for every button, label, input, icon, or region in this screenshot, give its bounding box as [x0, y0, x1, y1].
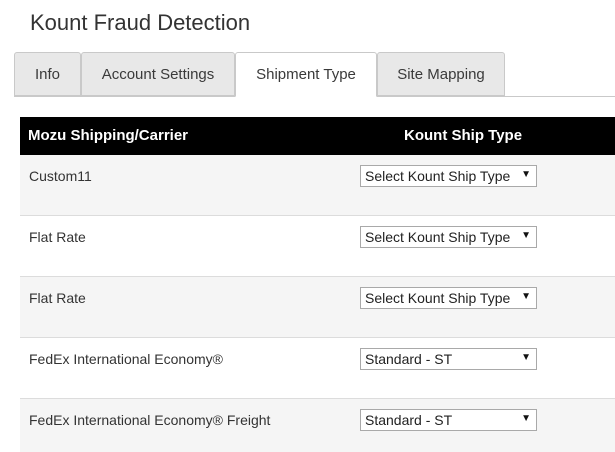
kount-ship-type-select[interactable]: Select Kount Ship Type ▼ [360, 226, 537, 248]
kount-ship-type-select[interactable]: Standard - ST ▼ [360, 409, 537, 431]
page: Kount Fraud Detection Info Account Setti… [0, 0, 615, 452]
table-row: Flat Rate Select Kount Ship Type ▼ [20, 277, 615, 338]
select-value: Select Kount Ship Type [365, 168, 511, 184]
table-row: FedEx International Economy® Standard - … [20, 338, 615, 399]
kount-ship-type-select[interactable]: Select Kount Ship Type ▼ [360, 165, 537, 187]
triangle-down-icon: ▼ [521, 352, 531, 363]
carrier-name: FedEx International Economy® [29, 351, 223, 367]
carrier-name: Flat Rate [29, 229, 86, 245]
table-row: Custom11 Select Kount Ship Type ▼ [20, 155, 615, 216]
tab-account-settings[interactable]: Account Settings [81, 52, 235, 96]
table-header: Mozu Shipping/Carrier Kount Ship Type [20, 117, 615, 155]
tab-site-mapping[interactable]: Site Mapping [377, 52, 505, 96]
carrier-name: FedEx International Economy® Freight [29, 412, 271, 428]
carrier-name: Custom11 [29, 168, 92, 184]
tab-bar: Info Account Settings Shipment Type Site… [14, 52, 615, 97]
table-row: FedEx International Economy® Freight Sta… [20, 399, 615, 452]
kount-ship-type-select[interactable]: Select Kount Ship Type ▼ [360, 287, 537, 309]
tab-info[interactable]: Info [14, 52, 81, 96]
shipment-type-table: Mozu Shipping/Carrier Kount Ship Type Cu… [20, 117, 615, 452]
column-header-carrier: Mozu Shipping/Carrier [28, 127, 189, 144]
triangle-down-icon: ▼ [521, 169, 531, 180]
kount-ship-type-select[interactable]: Standard - ST ▼ [360, 348, 537, 370]
select-value: Standard - ST [365, 351, 453, 367]
triangle-down-icon: ▼ [521, 413, 531, 424]
tab-shipment-type[interactable]: Shipment Type [235, 52, 377, 97]
select-value: Standard - ST [365, 412, 453, 428]
table-row: Flat Rate Select Kount Ship Type ▼ [20, 216, 615, 277]
carrier-name: Flat Rate [29, 290, 86, 306]
triangle-down-icon: ▼ [521, 291, 531, 302]
column-header-kount-ship-type: Kount Ship Type [404, 127, 523, 144]
triangle-down-icon: ▼ [521, 230, 531, 241]
select-value: Select Kount Ship Type [365, 290, 511, 306]
page-title: Kount Fraud Detection [30, 10, 251, 35]
select-value: Select Kount Ship Type [365, 229, 511, 245]
